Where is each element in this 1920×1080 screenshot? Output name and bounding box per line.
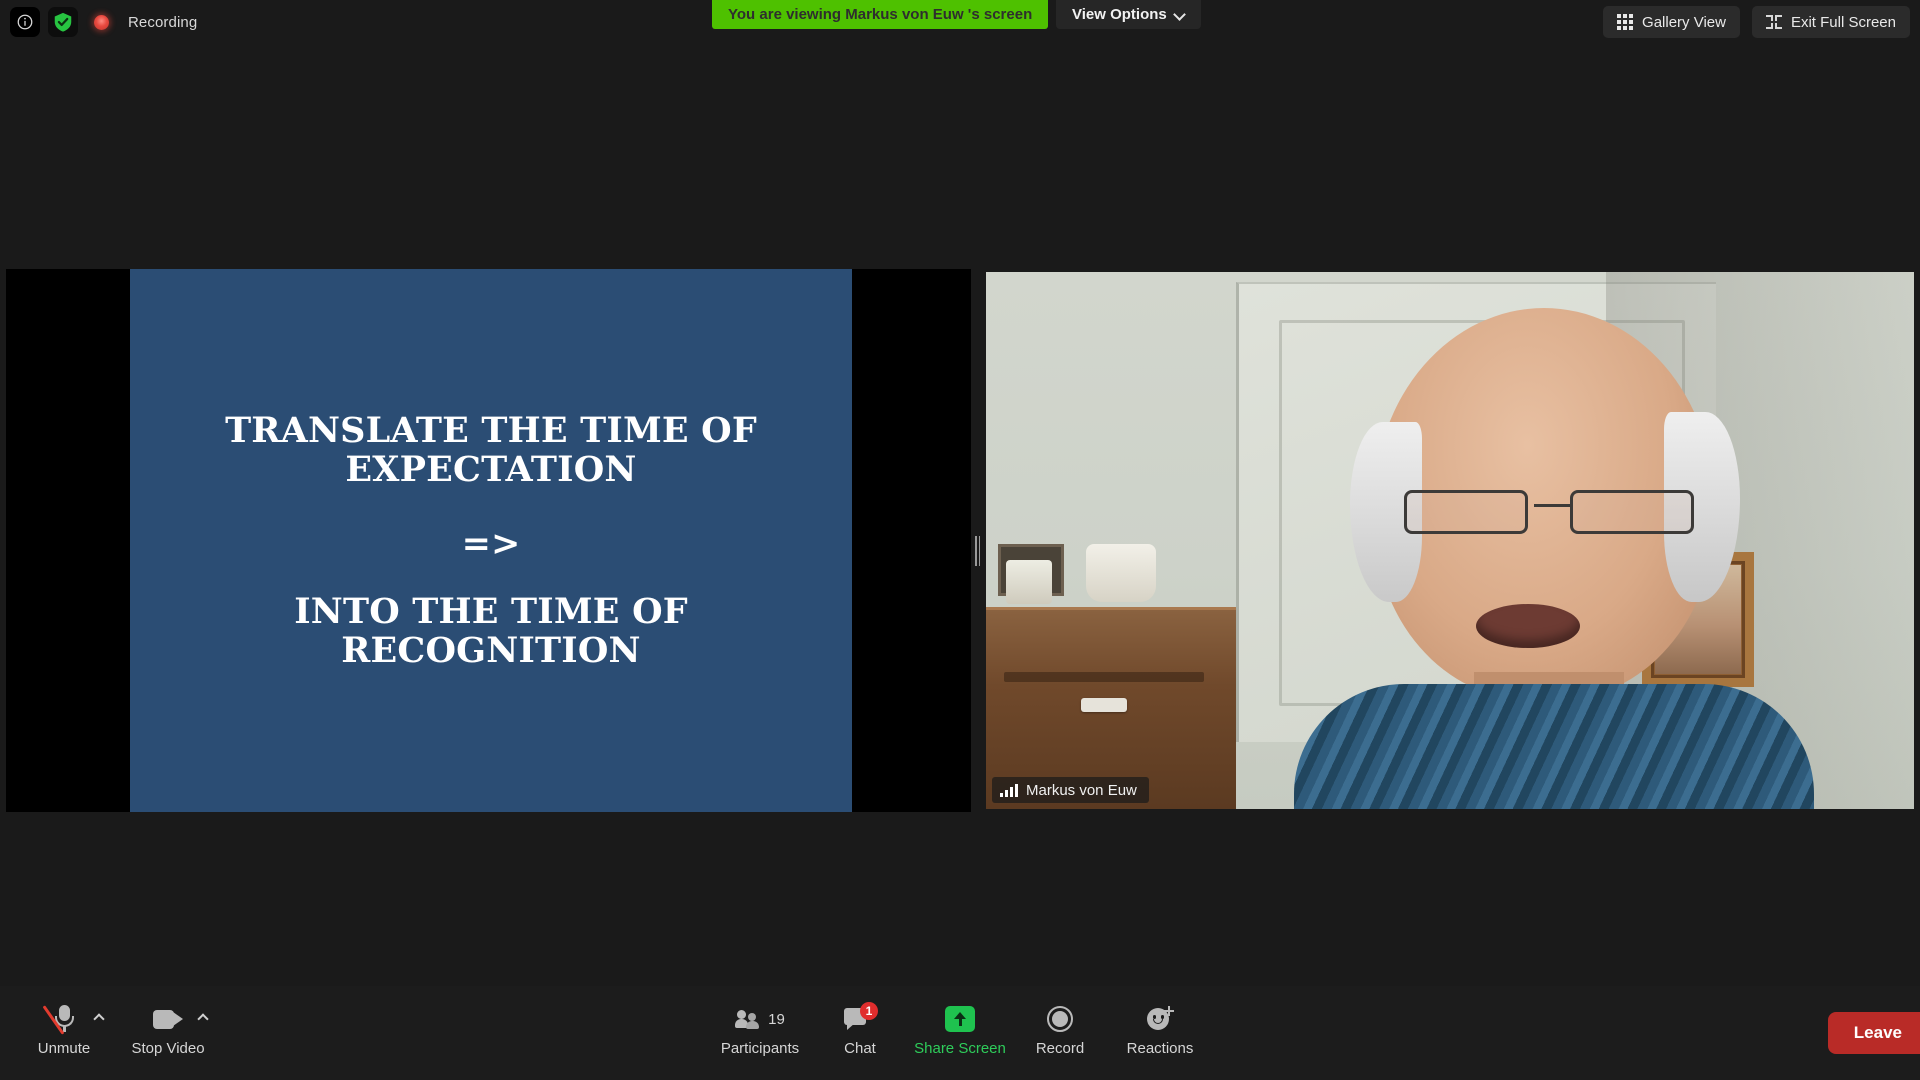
microphone-muted-icon bbox=[42, 1004, 74, 1035]
view-options-button[interactable]: View Options bbox=[1056, 0, 1201, 29]
share-arrow-icon bbox=[945, 1006, 975, 1032]
presentation-slide: TRANSLATE THE TIME OF EXPECTATION => INT… bbox=[130, 269, 852, 812]
gallery-view-button[interactable]: Gallery View bbox=[1603, 6, 1740, 38]
unmute-button[interactable]: Unmute bbox=[16, 998, 112, 1057]
participants-button[interactable]: 19 Participants bbox=[712, 998, 808, 1057]
exit-full-screen-button[interactable]: Exit Full Screen bbox=[1751, 6, 1910, 38]
toolbar-left-group: Unmute Stop Video bbox=[16, 998, 216, 1057]
slide-line-1: TRANSLATE THE TIME OF bbox=[225, 409, 757, 451]
chat-bubble-icon-group: 1 bbox=[844, 1002, 878, 1034]
video-person-shirt bbox=[1294, 684, 1814, 809]
participants-count: 19 bbox=[768, 1010, 785, 1028]
video-person-mouth bbox=[1476, 604, 1580, 648]
info-icon[interactable] bbox=[10, 7, 40, 37]
participant-name-label: Markus von Euw bbox=[1026, 781, 1137, 799]
recording-label: Recording bbox=[128, 13, 198, 31]
smiley-plus-icon-group bbox=[1146, 1004, 1174, 1034]
leave-button[interactable]: Leave bbox=[1827, 1012, 1920, 1054]
record-button[interactable]: Record bbox=[1012, 998, 1108, 1057]
participant-video-tile[interactable]: Markus von Euw bbox=[986, 272, 1914, 809]
share-screen-label: Share Screen bbox=[914, 1040, 1006, 1057]
reactions-label: Reactions bbox=[1126, 1040, 1194, 1057]
panel-resize-handle[interactable] bbox=[975, 536, 980, 566]
unmute-label: Unmute bbox=[37, 1040, 91, 1057]
video-person-glasses bbox=[1394, 484, 1704, 540]
slide-line-3: INTO THE TIME OF bbox=[294, 591, 688, 632]
grid-icon bbox=[1617, 14, 1634, 30]
share-arrow-icon-group bbox=[945, 1004, 975, 1034]
smiley-plus-icon bbox=[1146, 1006, 1174, 1032]
people-icon-group: 19 bbox=[735, 1004, 785, 1034]
video-person bbox=[1254, 292, 1914, 809]
slide-arrow-symbol: => bbox=[461, 523, 521, 564]
reactions-button[interactable]: Reactions bbox=[1112, 998, 1208, 1057]
meeting-stage: TRANSLATE THE TIME OF EXPECTATION => INT… bbox=[0, 44, 1920, 1010]
zoom-meeting-window: Recording You are viewing Markus von Euw… bbox=[0, 0, 1920, 1080]
video-jug-detail bbox=[1086, 544, 1156, 602]
stop-video-label: Stop Video bbox=[131, 1040, 205, 1057]
participants-label: Participants bbox=[720, 1040, 800, 1057]
viewing-screen-banner-text: You are viewing Markus von Euw 's screen bbox=[728, 6, 1033, 23]
participant-name-badge: Markus von Euw bbox=[992, 777, 1149, 803]
stop-video-button[interactable]: Stop Video bbox=[120, 998, 216, 1057]
record-label: Record bbox=[1035, 1040, 1085, 1057]
audio-options-chevron-up-icon[interactable] bbox=[95, 1012, 104, 1021]
chat-bubble-icon: 1 bbox=[844, 1002, 878, 1032]
video-cup-detail bbox=[1006, 560, 1052, 604]
recording-dot-icon bbox=[88, 7, 114, 37]
viewing-screen-banner: You are viewing Markus von Euw 's screen bbox=[712, 0, 1049, 29]
exit-full-screen-label: Exit Full Screen bbox=[1790, 13, 1896, 31]
toolbar-center-group: 19 Participants 1 Chat Share Screen Reco… bbox=[712, 998, 1208, 1057]
video-options-chevron-up-icon[interactable] bbox=[199, 1012, 208, 1021]
chevron-down-icon bbox=[1175, 10, 1185, 20]
chat-unread-badge: 1 bbox=[860, 1002, 878, 1020]
camera-icon bbox=[153, 1004, 183, 1034]
top-bar-right-group: Gallery View Exit Full Screen bbox=[1603, 6, 1910, 38]
gallery-view-label: Gallery View bbox=[1642, 13, 1726, 31]
signal-bars-icon bbox=[1000, 783, 1018, 797]
bottom-toolbar: Unmute Stop Video 19 Participants 1 Chat… bbox=[0, 986, 1920, 1080]
shield-check-icon[interactable] bbox=[48, 7, 78, 37]
chat-button[interactable]: 1 Chat bbox=[812, 998, 908, 1057]
slide-line-2: EXPECTATION bbox=[345, 448, 637, 490]
toolbar-right-group: Leave bbox=[1827, 1012, 1920, 1054]
share-screen-button[interactable]: Share Screen bbox=[912, 998, 1008, 1057]
top-bar-left-group: Recording bbox=[10, 7, 197, 37]
shared-screen-region[interactable]: TRANSLATE THE TIME OF EXPECTATION => INT… bbox=[6, 269, 971, 812]
top-bar: Recording You are viewing Markus von Euw… bbox=[0, 0, 1920, 44]
exit-fullscreen-icon bbox=[1765, 14, 1782, 30]
people-icon bbox=[735, 1009, 763, 1029]
record-circle-icon-group bbox=[1047, 1004, 1073, 1034]
chat-label: Chat bbox=[844, 1040, 876, 1057]
record-circle-icon bbox=[1047, 1006, 1073, 1032]
slide-line-4: RECOGNITION bbox=[341, 630, 641, 672]
view-options-label: View Options bbox=[1072, 6, 1167, 23]
